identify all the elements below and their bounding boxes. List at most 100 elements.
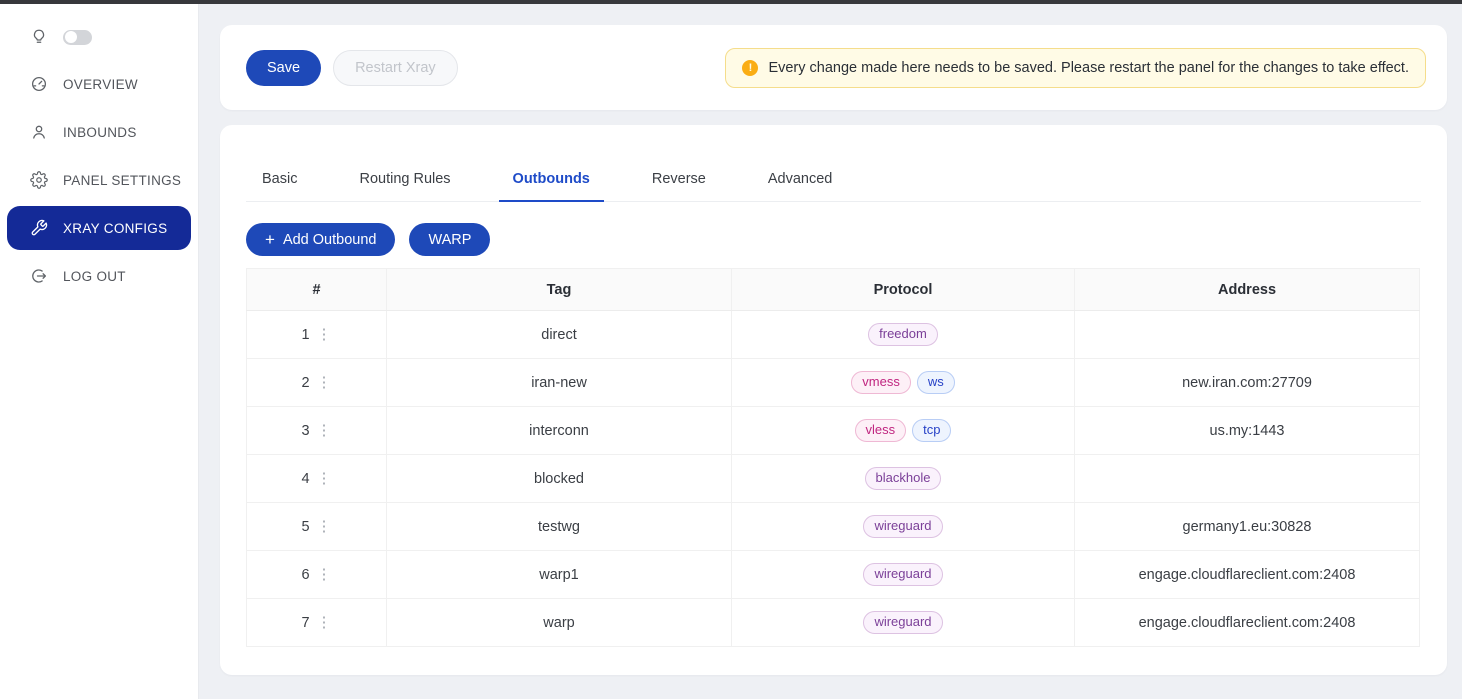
- vertical-dots-icon[interactable]: ⋮: [317, 471, 332, 486]
- protocol-cell: vlesstcp: [732, 407, 1075, 455]
- row-number: 7: [301, 615, 309, 631]
- address-cell: [1075, 311, 1420, 359]
- table-row: 1 ⋮ direct freedom: [247, 311, 1420, 359]
- tag-cell: testwg: [387, 503, 732, 551]
- sidebar-item-label: OVERVIEW: [63, 77, 138, 92]
- table-row: 3 ⋮ interconn vlesstcp us.my:1443: [247, 407, 1420, 455]
- table-header-row: #TagProtocolAddress: [247, 269, 1420, 311]
- sidebar-item-inbounds[interactable]: INBOUNDS: [0, 108, 198, 156]
- table-row: 5 ⋮ testwg wireguard germany1.eu:30828: [247, 503, 1420, 551]
- protocol-badge-vmess: vmess: [851, 371, 911, 394]
- vertical-dots-icon[interactable]: ⋮: [317, 327, 332, 342]
- sidebar-item-label: LOG OUT: [63, 269, 126, 284]
- warning-alert: ! Every change made here needs to be sav…: [725, 48, 1426, 88]
- tabs-bar: Basic Routing Rules Outbounds Reverse Advanc…: [246, 125, 1421, 202]
- row-number-cell: 5 ⋮: [247, 503, 387, 551]
- protocol-cell: vmessws: [732, 359, 1075, 407]
- vertical-dots-icon[interactable]: ⋮: [317, 567, 332, 582]
- tag-cell: blocked: [387, 455, 732, 503]
- column-header-num: #: [247, 269, 387, 311]
- tag-cell: iran-new: [387, 359, 732, 407]
- protocol-badge-wireguard: wireguard: [863, 515, 942, 538]
- sidebar-item-label: PANEL SETTINGS: [63, 173, 181, 188]
- protocol-cell: wireguard: [732, 599, 1075, 647]
- row-number-cell: 6 ⋮: [247, 551, 387, 599]
- sidebar-item-label: INBOUNDS: [63, 125, 137, 140]
- row-number: 1: [301, 327, 309, 343]
- outbounds-table: #TagProtocolAddress 1 ⋮ direct freedom 2…: [246, 268, 1420, 647]
- sidebar-item-overview[interactable]: OVERVIEW: [0, 60, 198, 108]
- protocol-cell: freedom: [732, 311, 1075, 359]
- tag-cell: interconn: [387, 407, 732, 455]
- protocol-badge-wireguard: wireguard: [863, 611, 942, 634]
- column-header-protocol: Protocol: [732, 269, 1075, 311]
- add-outbound-label: Add Outbound: [283, 232, 377, 248]
- protocol-badge-ws: ws: [917, 371, 955, 394]
- row-number-cell: 3 ⋮: [247, 407, 387, 455]
- row-number: 3: [301, 423, 309, 439]
- protocol-cell: wireguard: [732, 503, 1075, 551]
- address-cell: germany1.eu:30828: [1075, 503, 1420, 551]
- row-number: 6: [301, 567, 309, 583]
- vertical-dots-icon[interactable]: ⋮: [317, 615, 332, 630]
- row-number-cell: 7 ⋮: [247, 599, 387, 647]
- warp-label: WARP: [428, 232, 471, 248]
- tab-basic[interactable]: Basic: [262, 171, 297, 201]
- sidebar: OVERVIEW INBOUNDS PANEL SETTINGS XRAY CO…: [0, 4, 199, 699]
- plus-icon: +: [265, 231, 275, 248]
- main-content: Save Restart Xray ! Every change made he…: [199, 4, 1462, 699]
- protocol-badge-tcp: tcp: [912, 419, 951, 442]
- protocol-badge-wireguard: wireguard: [863, 563, 942, 586]
- protocol-badge-vless: vless: [855, 419, 907, 442]
- add-outbound-button[interactable]: + Add Outbound: [246, 223, 395, 256]
- row-number: 4: [301, 471, 309, 487]
- table-row: 2 ⋮ iran-new vmessws new.iran.com:27709: [247, 359, 1420, 407]
- tabs: Basic Routing Rules Outbounds Reverse Advanc…: [262, 125, 1421, 201]
- theme-toggle-row: [0, 14, 198, 60]
- user-icon: [30, 123, 48, 141]
- column-header-tag: Tag: [387, 269, 732, 311]
- vertical-dots-icon[interactable]: ⋮: [317, 423, 332, 438]
- row-number: 2: [301, 375, 309, 391]
- tag-cell: direct: [387, 311, 732, 359]
- xray-configs-card: Basic Routing Rules Outbounds Reverse Advanc…: [220, 125, 1447, 675]
- table-row: 4 ⋮ blocked blackhole: [247, 455, 1420, 503]
- address-cell: engage.cloudflareclient.com:2408: [1075, 551, 1420, 599]
- sidebar-item-panel-settings[interactable]: PANEL SETTINGS: [0, 156, 198, 204]
- dark-mode-toggle[interactable]: [63, 30, 92, 45]
- warning-icon: !: [742, 60, 758, 76]
- protocol-badge-freedom: freedom: [868, 323, 938, 346]
- row-number-cell: 4 ⋮: [247, 455, 387, 503]
- address-cell: new.iran.com:27709: [1075, 359, 1420, 407]
- toolbar-card: Save Restart Xray ! Every change made he…: [220, 25, 1447, 110]
- tab-routing-rules[interactable]: Routing Rules: [359, 171, 450, 201]
- protocol-badge-blackhole: blackhole: [865, 467, 942, 490]
- gear-icon: [30, 171, 48, 189]
- address-cell: engage.cloudflareclient.com:2408: [1075, 599, 1420, 647]
- restart-xray-button[interactable]: Restart Xray: [333, 50, 458, 86]
- warp-button[interactable]: WARP: [409, 223, 490, 256]
- sidebar-item-xray-configs[interactable]: XRAY CONFIGS: [7, 206, 191, 250]
- table-row: 7 ⋮ warp wireguard engage.cloudflareclie…: [247, 599, 1420, 647]
- save-button[interactable]: Save: [246, 50, 321, 86]
- sidebar-item-label: XRAY CONFIGS: [63, 221, 167, 236]
- tag-cell: warp: [387, 599, 732, 647]
- row-number-cell: 1 ⋮: [247, 311, 387, 359]
- column-header-address: Address: [1075, 269, 1420, 311]
- tab-reverse[interactable]: Reverse: [652, 171, 706, 201]
- sidebar-item-log-out[interactable]: LOG OUT: [0, 252, 198, 300]
- address-cell: us.my:1443: [1075, 407, 1420, 455]
- tab-outbounds[interactable]: Outbounds: [513, 171, 590, 201]
- vertical-dots-icon[interactable]: ⋮: [317, 519, 332, 534]
- sidebar-nav: OVERVIEW INBOUNDS PANEL SETTINGS XRAY CO…: [0, 60, 198, 300]
- protocol-cell: blackhole: [732, 455, 1075, 503]
- tab-advanced[interactable]: Advanced: [768, 171, 833, 201]
- vertical-dots-icon[interactable]: ⋮: [317, 375, 332, 390]
- toggle-knob: [65, 31, 77, 43]
- row-number-cell: 2 ⋮: [247, 359, 387, 407]
- table-row: 6 ⋮ warp1 wireguard engage.cloudflarecli…: [247, 551, 1420, 599]
- tag-cell: warp1: [387, 551, 732, 599]
- row-number: 5: [301, 519, 309, 535]
- wrench-icon: [30, 219, 48, 237]
- bulb-icon: [30, 28, 48, 46]
